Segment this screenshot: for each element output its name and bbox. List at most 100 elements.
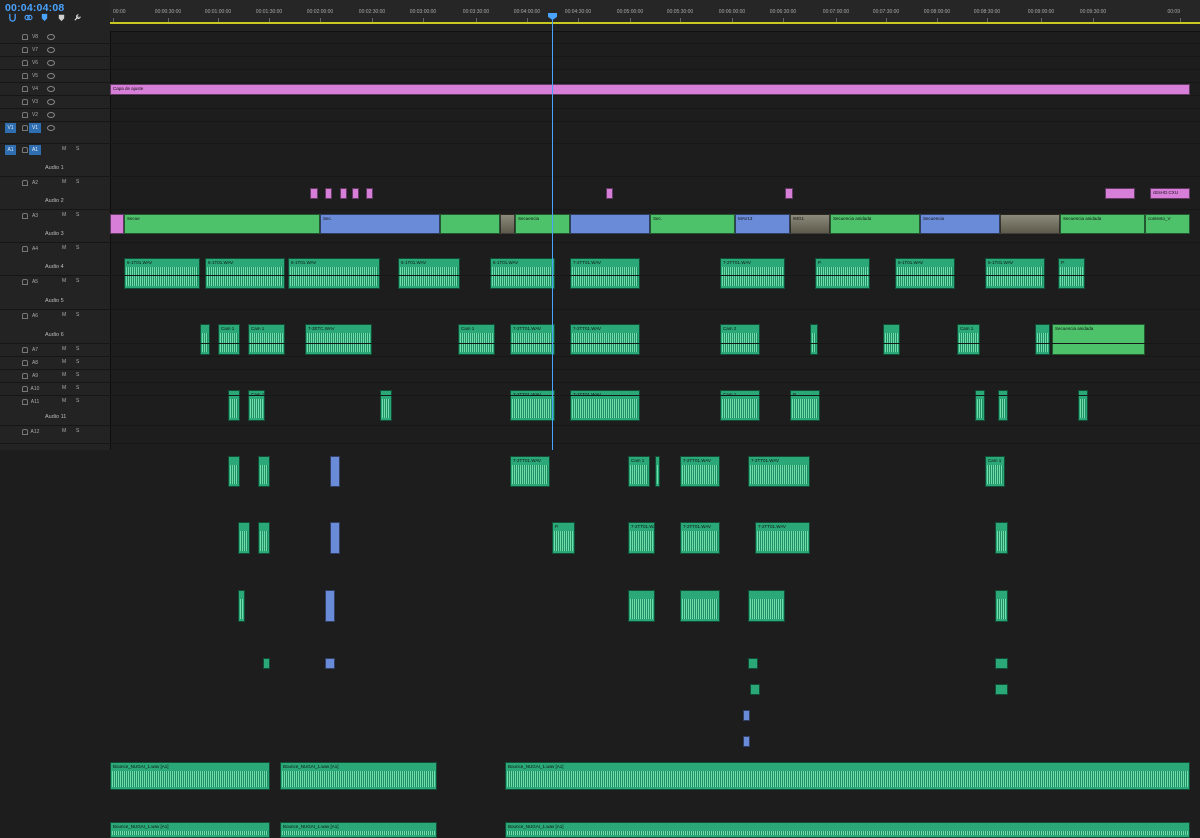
solo-button[interactable]: S xyxy=(76,372,79,378)
track-header-v3[interactable]: V3 xyxy=(0,96,110,109)
track-target[interactable]: V3 xyxy=(29,97,41,107)
audio-clip[interactable] xyxy=(748,590,785,622)
track-header-a1[interactable]: A1 A1 M S Audio 1 xyxy=(0,144,110,177)
audio-clip[interactable]: 7-2TT01.WAV xyxy=(755,522,810,554)
lock-icon[interactable] xyxy=(22,360,28,366)
solo-button[interactable]: S xyxy=(76,359,79,365)
track-lane-v7[interactable] xyxy=(110,44,1200,57)
audio-clip[interactable]: Bounce_NUGAI_1.wav [A1] xyxy=(280,822,437,838)
mute-button[interactable]: M xyxy=(62,212,66,218)
lock-icon[interactable] xyxy=(22,213,28,219)
audio-clip[interactable] xyxy=(680,590,720,622)
track-target[interactable]: V6 xyxy=(29,58,41,68)
eye-icon[interactable] xyxy=(47,47,55,53)
mute-button[interactable]: M xyxy=(62,146,66,152)
track-lane-v5[interactable] xyxy=(110,70,1200,83)
audio-clip[interactable] xyxy=(748,658,758,669)
audio-clip[interactable]: P. xyxy=(552,522,575,554)
solo-button[interactable]: S xyxy=(76,346,79,352)
track-target[interactable]: A3 xyxy=(29,211,41,221)
track-target[interactable]: A5 xyxy=(29,277,41,287)
audio-clip[interactable]: 7-2TT01.WAV xyxy=(680,522,720,554)
track-header-a3[interactable]: A3 M S Audio 3 xyxy=(0,210,110,243)
lock-icon[interactable] xyxy=(22,347,28,353)
solo-button[interactable]: S xyxy=(76,212,79,218)
track-lane-v6[interactable]: Capa de ajuste xyxy=(110,57,1200,95)
lock-icon[interactable] xyxy=(22,313,28,319)
audio-clip[interactable] xyxy=(995,684,1008,695)
lock-icon[interactable] xyxy=(22,180,28,186)
lock-icon[interactable] xyxy=(22,373,28,379)
track-target[interactable]: A6 xyxy=(29,311,41,321)
mute-button[interactable]: M xyxy=(62,372,66,378)
solo-button[interactable]: S xyxy=(76,312,79,318)
video-clip[interactable] xyxy=(330,522,340,554)
eye-icon[interactable] xyxy=(47,86,55,92)
track-target[interactable]: A1 xyxy=(29,145,41,155)
marker-icon[interactable] xyxy=(57,13,66,22)
solo-button[interactable]: S xyxy=(76,428,79,434)
track-target[interactable]: A11 xyxy=(29,397,41,407)
solo-button[interactable]: S xyxy=(76,398,79,404)
audio-clip[interactable] xyxy=(238,590,245,622)
audio-clip[interactable]: Bounce_NUGAI_1.wav [A1] xyxy=(110,762,270,790)
track-header-a2[interactable]: A2 M S Audio 2 xyxy=(0,177,110,210)
track-target[interactable]: A4 xyxy=(29,244,41,254)
lock-icon[interactable] xyxy=(22,125,28,131)
track-header-a6[interactable]: A6 M S Audio 6 xyxy=(0,310,110,344)
mute-button[interactable]: M xyxy=(62,179,66,185)
lock-icon[interactable] xyxy=(22,47,28,53)
lock-icon[interactable] xyxy=(22,99,28,105)
audio-clip[interactable] xyxy=(995,658,1008,669)
track-header-v2[interactable]: V2 xyxy=(0,109,110,122)
track-header-a5[interactable]: A5 M S Audio 5 xyxy=(0,276,110,310)
lock-icon[interactable] xyxy=(22,246,28,252)
audio-clip[interactable] xyxy=(750,684,760,695)
lock-icon[interactable] xyxy=(22,279,28,285)
lock-icon[interactable] xyxy=(22,34,28,40)
audio-clip[interactable] xyxy=(655,456,660,487)
track-target[interactable]: V8 xyxy=(29,32,41,42)
audio-clip[interactable]: Bounce_NUGAI_1.wav [A1] xyxy=(505,822,1190,838)
track-lane-a9[interactable] xyxy=(110,370,1200,721)
mute-button[interactable]: M xyxy=(62,428,66,434)
mute-button[interactable]: M xyxy=(62,398,66,404)
track-lane-v2[interactable]: cEsHO.CXU xyxy=(110,109,1200,199)
mute-button[interactable]: M xyxy=(62,385,66,391)
audio-clip[interactable]: Cam 1 xyxy=(628,456,650,487)
track-header-a12[interactable]: A12 M S xyxy=(0,426,110,444)
mute-button[interactable]: M xyxy=(62,245,66,251)
snap-icon[interactable] xyxy=(8,13,17,22)
timeline-tracks[interactable]: Capa de ajuste cEsHO.CXU Secue Sec. Secuenci… xyxy=(110,31,1200,838)
solo-button[interactable]: S xyxy=(76,385,79,391)
video-clip[interactable] xyxy=(330,456,340,487)
lock-icon[interactable] xyxy=(22,386,28,392)
track-target[interactable]: V2 xyxy=(29,110,41,120)
audio-clip[interactable]: Bounce_NUGAI_1.wav [A1] xyxy=(110,822,270,838)
eye-icon[interactable] xyxy=(47,99,55,105)
eye-icon[interactable] xyxy=(47,60,55,66)
video-clip[interactable] xyxy=(325,590,335,622)
source-patch[interactable]: V1 xyxy=(5,123,16,133)
video-clip[interactable] xyxy=(743,736,750,747)
solo-button[interactable]: S xyxy=(76,146,79,152)
audio-clip[interactable]: 7-2TT01.WAV xyxy=(510,456,550,487)
track-lane-a3[interactable]: Cam 1 7-2TT01.WAV 7-2TT01.WAV Cam 1 P. xyxy=(110,210,1200,421)
track-target[interactable]: V1 xyxy=(29,123,41,133)
track-header-v6[interactable]: V6 xyxy=(0,57,110,70)
track-header-v7[interactable]: V7 xyxy=(0,44,110,57)
audio-clip[interactable]: 7-2TT01.WAV xyxy=(680,456,720,487)
settings-wrench-icon[interactable] xyxy=(73,13,82,22)
track-lane-a6[interactable] xyxy=(110,310,1200,622)
track-target[interactable]: V7 xyxy=(29,45,41,55)
track-target[interactable]: A9 xyxy=(29,371,41,381)
mute-button[interactable]: M xyxy=(62,346,66,352)
track-header-a8[interactable]: A8 M S xyxy=(0,357,110,370)
video-clip[interactable] xyxy=(325,658,335,669)
lock-icon[interactable] xyxy=(22,60,28,66)
audio-clip[interactable]: Bounce_NUGAI_1.wav [A1] xyxy=(280,762,437,790)
track-header-a11[interactable]: A11 M S Audio 11 xyxy=(0,396,110,426)
track-lane-a1[interactable]: 6-1T01.WAV 6-1T01.WAV 6-1T01.WAV 6-1T01.WAV… xyxy=(110,144,1200,289)
add-marker-icon[interactable] xyxy=(40,13,49,22)
track-lane-v8[interactable] xyxy=(110,31,1200,44)
